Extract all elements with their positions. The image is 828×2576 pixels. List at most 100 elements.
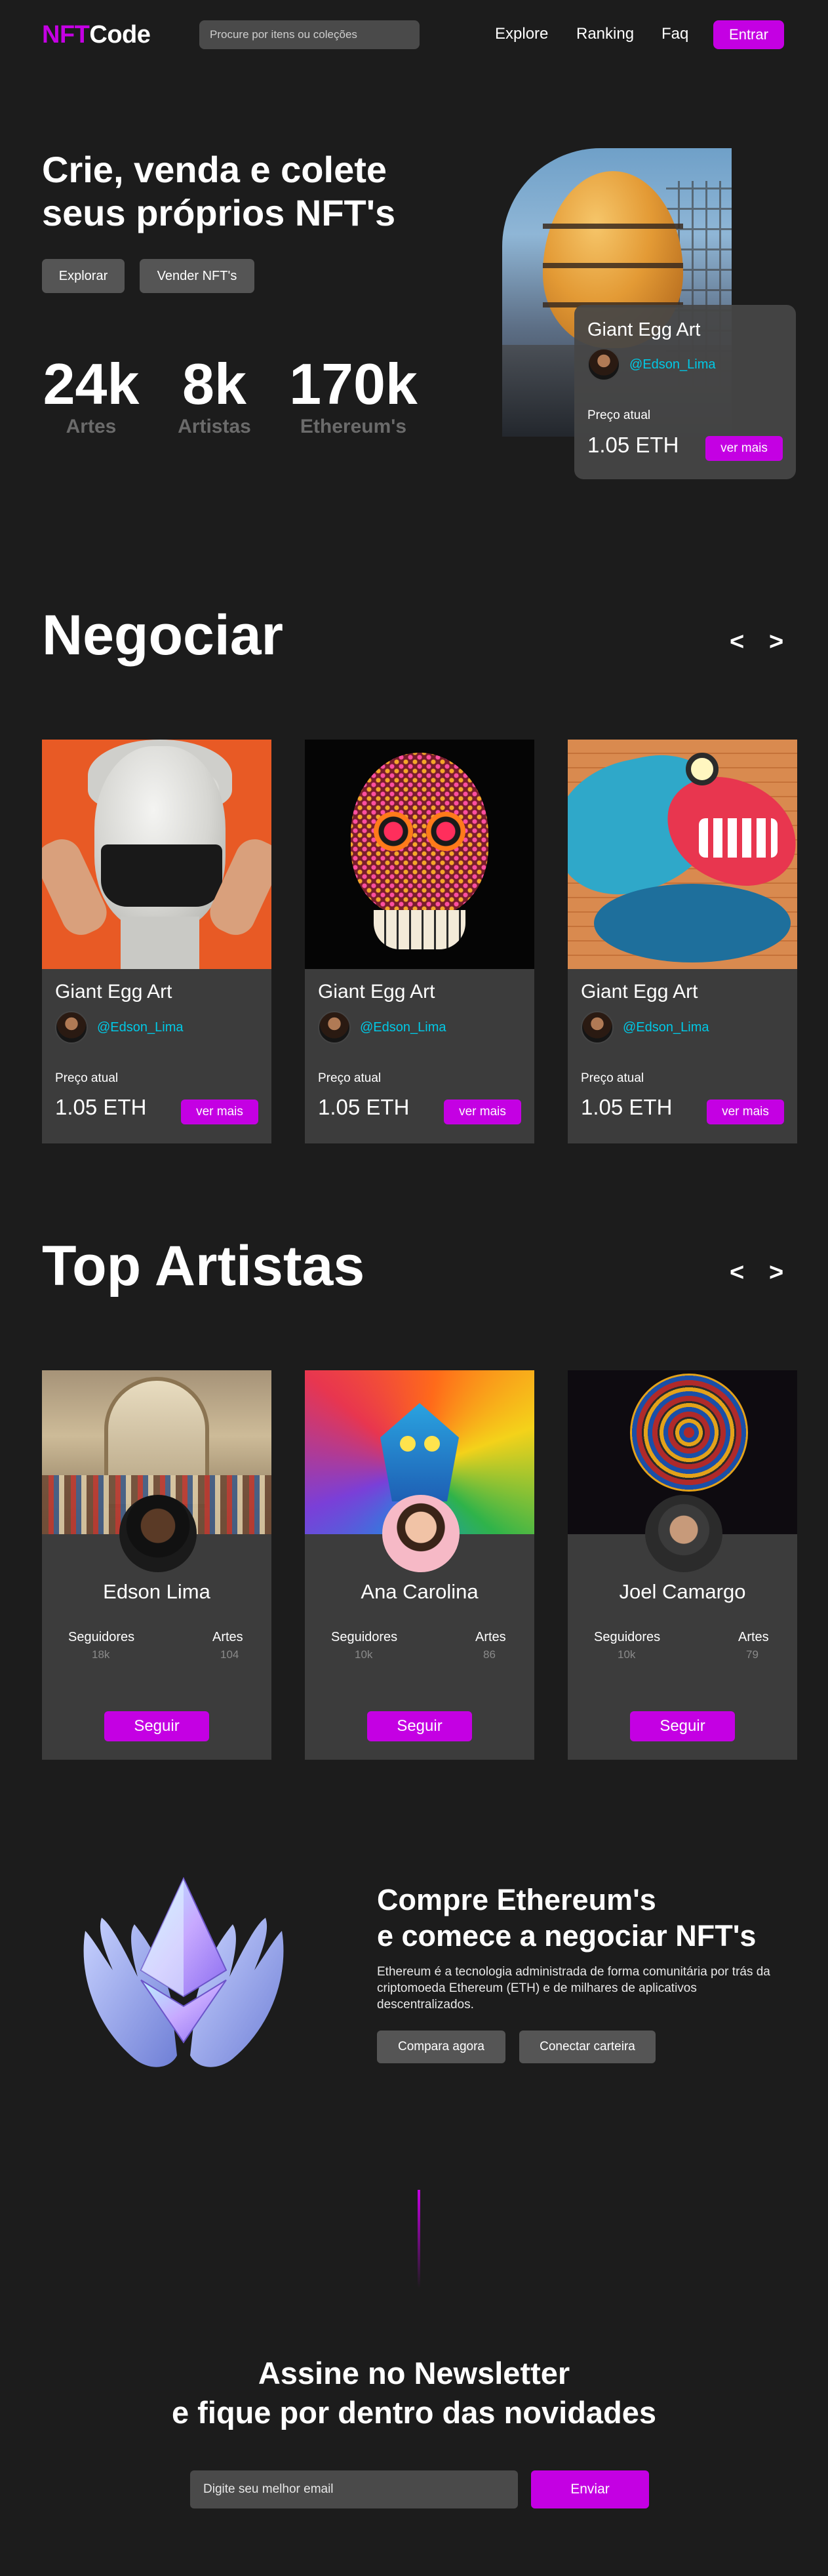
nft-card[interactable]: Giant Egg Art @Edson_Lima Preço atual 1.… — [42, 740, 271, 1143]
price-label: Preço atual — [587, 408, 651, 422]
nav-link-ranking[interactable]: Ranking — [576, 25, 634, 43]
skull-teeth — [374, 910, 465, 949]
nft-title: Giant Egg Art — [587, 319, 701, 340]
send-button[interactable]: Enviar — [531, 2470, 649, 2508]
hero-nft-card: Giant Egg Art @Edson_Lima Preço atual 1.… — [574, 305, 796, 479]
artist-handle[interactable]: @Edson_Lima — [360, 1020, 446, 1035]
avatar[interactable] — [119, 1495, 197, 1572]
price-label: Preço atual — [581, 1071, 644, 1085]
avatar[interactable] — [581, 1011, 614, 1044]
geometric-eye — [424, 1436, 440, 1452]
eth-title-line: Compre Ethereum's — [377, 1883, 656, 1916]
arts-label: Artes — [212, 1630, 243, 1644]
hero-title: Crie, venda e colete seus próprios NFT's — [42, 149, 396, 233]
statue-neck — [121, 917, 199, 969]
avatar[interactable] — [587, 348, 620, 381]
search-input[interactable] — [199, 20, 420, 49]
email-field[interactable] — [190, 2470, 518, 2508]
face-mask — [101, 844, 222, 907]
artist-handle[interactable]: @Edson_Lima — [629, 357, 715, 372]
nft-title: Giant Egg Art — [581, 981, 698, 1002]
view-more-button[interactable]: ver mais — [181, 1100, 258, 1124]
stat-artistas: 8k Artistas — [172, 354, 257, 438]
nav-link-faq[interactable]: Faq — [661, 25, 688, 43]
stat-value: 8k — [182, 351, 246, 416]
view-more-button[interactable]: ver mais — [707, 1100, 784, 1124]
logo[interactable]: NFTCode — [42, 21, 151, 49]
top-nav: NFTCode Explore Ranking Faq Entrar — [0, 0, 828, 71]
price-value: 1.05 ETH — [581, 1095, 673, 1119]
nft-title: Giant Egg Art — [318, 981, 435, 1002]
arts-label: Artes — [475, 1630, 506, 1644]
skull-eye — [426, 812, 465, 851]
artist-handle[interactable]: @Edson_Lima — [97, 1020, 183, 1035]
stat-label: Artes — [66, 416, 117, 437]
nft-image-statue — [42, 740, 271, 969]
prev-arrow-icon[interactable]: < — [730, 1259, 744, 1287]
avatar[interactable] — [382, 1495, 460, 1572]
artist-card[interactable]: Edson Lima Seguidores 18k Artes 104 Segu… — [42, 1370, 271, 1760]
arts-count: 104 — [220, 1648, 239, 1661]
stat-value: 24k — [43, 351, 140, 416]
artist-name: Ana Carolina — [361, 1580, 479, 1603]
prev-arrow-icon[interactable]: < — [730, 628, 744, 656]
eth-description: Ethereum é a tecnologia administrada de … — [377, 1965, 770, 2011]
view-more-button[interactable]: ver mais — [444, 1100, 521, 1124]
artist-name: Edson Lima — [103, 1580, 210, 1603]
next-arrow-icon[interactable]: > — [769, 628, 783, 656]
geometric-eye — [400, 1436, 416, 1452]
artist-handle[interactable]: @Edson_Lima — [623, 1020, 709, 1035]
artist-card[interactable]: Joel Camargo Seguidores 10k Artes 79 Seg… — [568, 1370, 797, 1760]
artist-card[interactable]: Ana Carolina Seguidores 10k Artes 86 Seg… — [305, 1370, 534, 1760]
nft-card[interactable]: Giant Egg Art @Edson_Lima Preço atual 1.… — [305, 740, 534, 1143]
newsletter-title-line: Assine no Newsletter — [258, 2356, 570, 2390]
sell-nft-button[interactable]: Vender NFT's — [140, 259, 254, 293]
accent-divider — [418, 2190, 420, 2288]
followers-label: Seguidores — [594, 1630, 661, 1644]
nft-card[interactable]: Giant Egg Art @Edson_Lima Preço atual 1.… — [568, 740, 797, 1143]
logo-nft: NFT — [42, 21, 90, 49]
explore-button[interactable]: Explorar — [42, 259, 125, 293]
followers-label: Seguidores — [331, 1630, 398, 1644]
stained-glass-rose — [630, 1374, 748, 1492]
graffiti-teeth — [699, 818, 778, 858]
eth-title-line: e comece a negociar NFT's — [377, 1919, 757, 1952]
avatar[interactable] — [55, 1011, 88, 1044]
price-value: 1.05 ETH — [55, 1095, 147, 1119]
price-value: 1.05 ETH — [587, 433, 679, 457]
followers-count: 10k — [618, 1648, 636, 1661]
nft-title: Giant Egg Art — [55, 981, 172, 1002]
connect-wallet-button[interactable]: Conectar carteira — [519, 2031, 656, 2063]
followers-count: 18k — [92, 1648, 110, 1661]
login-button[interactable]: Entrar — [713, 20, 784, 49]
nav-link-explore[interactable]: Explore — [495, 25, 548, 43]
arts-count: 86 — [483, 1648, 496, 1661]
stat-artes: 24k Artes — [42, 354, 140, 438]
stat-ethereums: 170k Ethereum's — [285, 354, 422, 438]
avatar[interactable] — [645, 1495, 722, 1572]
geometric-face — [380, 1403, 459, 1501]
skull-eye — [374, 812, 413, 851]
followers-label: Seguidores — [68, 1630, 135, 1644]
newsletter-title-line: e fique por dentro das novidades — [171, 2395, 657, 2430]
artist-name: Joel Camargo — [619, 1580, 746, 1603]
eth-title: Compre Ethereum's e comece a negociar NF… — [377, 1882, 756, 1954]
graffiti-shape — [594, 884, 791, 962]
stat-label: Artistas — [178, 416, 251, 437]
skull — [351, 753, 488, 917]
next-arrow-icon[interactable]: > — [769, 1259, 783, 1287]
view-more-button[interactable]: ver mais — [705, 436, 783, 461]
follow-button[interactable]: Seguir — [630, 1711, 735, 1741]
price-label: Preço atual — [55, 1071, 119, 1085]
newsletter-title: Assine no Newsletter e fique por dentro … — [0, 2354, 828, 2432]
avatar[interactable] — [318, 1011, 351, 1044]
egg-band — [543, 263, 683, 268]
buy-now-button[interactable]: Compara agora — [377, 2031, 505, 2063]
egg-band — [543, 224, 683, 229]
arts-label: Artes — [738, 1630, 769, 1644]
ethereum-hands-icon — [83, 1876, 284, 2067]
follow-button[interactable]: Seguir — [367, 1711, 472, 1741]
follow-button[interactable]: Seguir — [104, 1711, 209, 1741]
nft-image-graffiti — [568, 740, 797, 969]
artists-section-title: Top Artistas — [42, 1235, 365, 1298]
